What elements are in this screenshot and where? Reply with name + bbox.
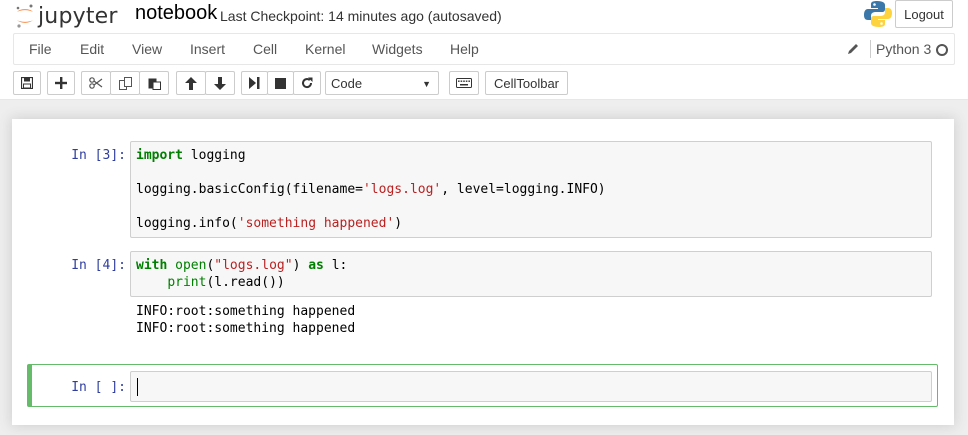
cell-output-line: INFO:root:something happened bbox=[136, 304, 356, 319]
paste-button[interactable] bbox=[139, 71, 169, 95]
code-keyword: with bbox=[136, 258, 168, 273]
cell-output-line: INFO:root:something happened bbox=[136, 321, 356, 336]
save-icon bbox=[21, 77, 33, 89]
paste-icon bbox=[148, 78, 161, 90]
kernel-name[interactable]: Python 3 bbox=[876, 41, 931, 57]
notebook-name[interactable]: notebook bbox=[135, 2, 217, 25]
move-down-button[interactable] bbox=[205, 71, 235, 95]
command-palette-button[interactable] bbox=[449, 71, 479, 95]
code-input-area[interactable]: import logging logging.basicConfig(filen… bbox=[130, 141, 932, 238]
python-logo-icon bbox=[864, 1, 892, 27]
copy-icon bbox=[118, 76, 132, 90]
stop-icon bbox=[275, 77, 286, 89]
logo-text: jupyter bbox=[38, 3, 118, 29]
cut-button[interactable] bbox=[81, 71, 111, 95]
menu-file[interactable]: File bbox=[29, 41, 52, 57]
menu-cell[interactable]: Cell bbox=[253, 41, 277, 57]
cell-prompt: In [ ]: bbox=[71, 380, 126, 395]
menu-edit[interactable]: Edit bbox=[80, 41, 104, 57]
pencil-icon[interactable] bbox=[846, 42, 860, 56]
logout-button[interactable]: Logout bbox=[895, 0, 953, 28]
code-editor: with open("logs.log") as l: print(l.read… bbox=[136, 258, 348, 290]
interrupt-button[interactable] bbox=[267, 71, 294, 95]
restart-button[interactable] bbox=[293, 71, 321, 95]
chevron-down-icon: ▼ bbox=[422, 79, 431, 89]
arrow-up-icon bbox=[185, 76, 197, 90]
text-cursor bbox=[137, 378, 138, 396]
code-input-area[interactable] bbox=[130, 371, 932, 402]
keyboard-icon bbox=[456, 78, 472, 88]
menu-view[interactable]: View bbox=[132, 41, 162, 57]
code-editor: import logging logging.basicConfig(filen… bbox=[136, 148, 606, 231]
jupyter-logo-icon bbox=[16, 4, 33, 28]
menu-insert[interactable]: Insert bbox=[190, 41, 225, 57]
code-keyword: import bbox=[136, 148, 183, 163]
code-string: "logs.log" bbox=[214, 258, 293, 273]
notebook-container: In [3]: import logging logging.basicConf… bbox=[12, 119, 954, 425]
plus-icon bbox=[55, 77, 67, 89]
header: jupyter notebook Last Checkpoint: 14 min… bbox=[0, 0, 968, 100]
code-builtin: open bbox=[175, 258, 207, 273]
checkpoint-status: Last Checkpoint: 14 minutes ago (autosav… bbox=[220, 8, 502, 24]
celltoolbar-button[interactable]: CellToolbar bbox=[485, 71, 568, 95]
move-up-button[interactable] bbox=[176, 71, 206, 95]
copy-button[interactable] bbox=[110, 71, 140, 95]
cell-type-value: Code bbox=[331, 75, 363, 91]
code-string: 'something happened' bbox=[237, 216, 395, 231]
save-button[interactable] bbox=[13, 71, 41, 95]
menu-widgets[interactable]: Widgets bbox=[372, 41, 423, 57]
step-forward-icon bbox=[249, 77, 260, 89]
menu-bar: File Edit View Insert Cell Kernel Widget… bbox=[13, 33, 955, 65]
cell-prompt: In [3]: bbox=[71, 148, 126, 163]
jupyter-logo[interactable]: jupyter bbox=[14, 1, 118, 31]
cut-icon bbox=[89, 77, 103, 89]
arrow-down-icon bbox=[214, 76, 226, 90]
code-input-area[interactable]: with open("logs.log") as l: print(l.read… bbox=[130, 251, 932, 297]
kernel-separator bbox=[870, 40, 871, 58]
insert-cell-button[interactable] bbox=[47, 71, 75, 95]
menu-help[interactable]: Help bbox=[450, 41, 479, 57]
code-builtin: print bbox=[167, 275, 207, 290]
cell-prompt: In [4]: bbox=[71, 258, 126, 273]
kernel-idle-circle-icon bbox=[936, 44, 948, 56]
run-button[interactable] bbox=[241, 71, 268, 95]
menu-kernel[interactable]: Kernel bbox=[305, 41, 345, 57]
refresh-icon bbox=[302, 77, 313, 89]
code-keyword: as bbox=[308, 258, 324, 273]
code-string: 'logs.log' bbox=[362, 182, 442, 197]
cell-type-select[interactable]: Code ▼ bbox=[325, 71, 439, 95]
